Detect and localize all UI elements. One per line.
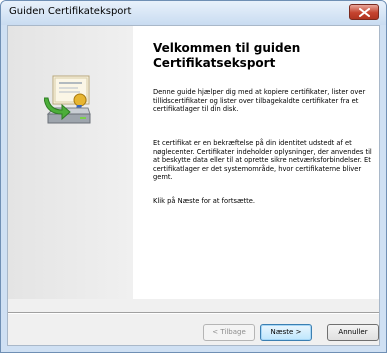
wizard-client-area: Velkommen til guiden Certifikatseksport … xyxy=(7,25,380,346)
intro-paragraph: Denne guide hjælper dig med at kopiere c… xyxy=(153,88,366,114)
close-icon xyxy=(359,8,370,17)
button-divider xyxy=(8,312,379,314)
close-button[interactable] xyxy=(349,4,379,20)
back-button[interactable]: < Tilbage xyxy=(203,324,255,341)
wizard-side-panel xyxy=(8,26,133,299)
welcome-heading: Velkommen til guiden Certifikatseksport xyxy=(153,41,301,70)
certificate-explanation: Et certifikat er en bekræftelse på din i… xyxy=(153,139,372,182)
window-title: Guiden Certifikateksport xyxy=(9,6,132,17)
cancel-button[interactable]: Annuller xyxy=(327,324,379,341)
wizard-content-panel: Velkommen til guiden Certifikatseksport … xyxy=(133,26,379,299)
continue-instruction: Klik på Næste for at fortsætte. xyxy=(153,197,256,205)
certificate-export-icon xyxy=(44,75,91,124)
title-bar[interactable]: Guiden Certifikateksport xyxy=(1,1,386,25)
next-button[interactable]: Næste > xyxy=(260,324,312,341)
wizard-window: Guiden Certifikateksport Velkommen til g… xyxy=(0,0,387,353)
